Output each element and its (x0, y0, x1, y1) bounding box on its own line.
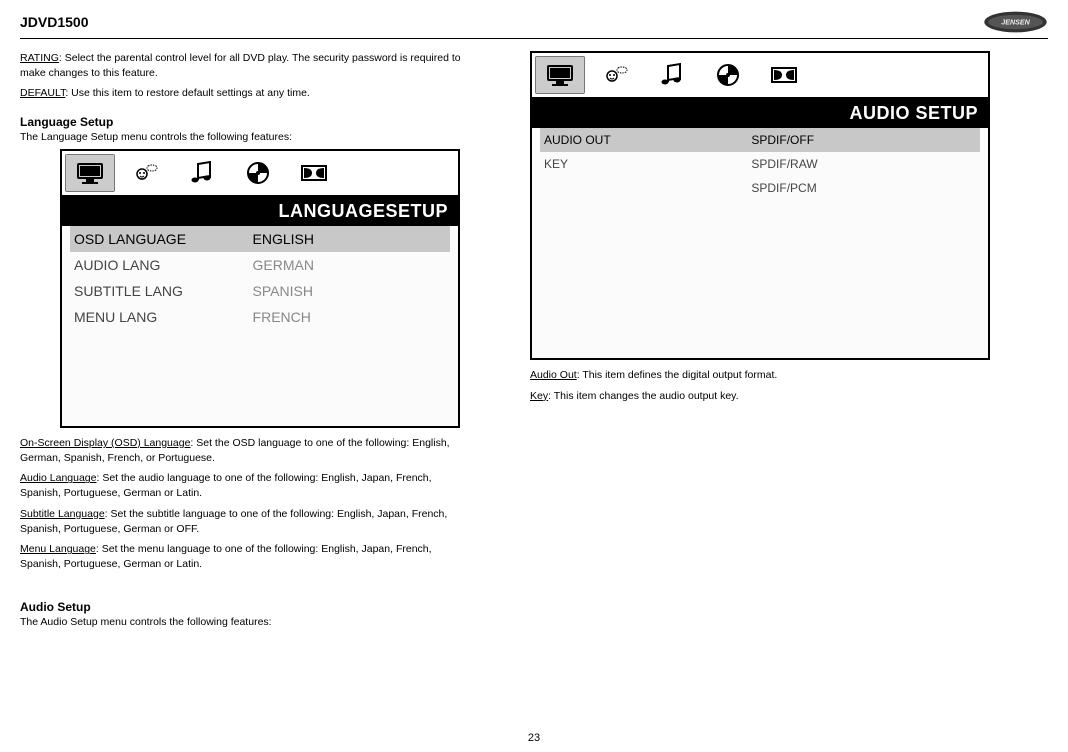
disc-icon (712, 62, 744, 88)
menu-subtitle-label: SUBTITLE LANG (74, 283, 253, 299)
menu-row-key[interactable]: KEY SPDIF/RAW (540, 152, 980, 176)
menu-lang-label: Menu Language (20, 543, 96, 555)
menu-lang-text: Menu Language: Set the menu language to … (20, 542, 470, 571)
key-label: Key (530, 390, 548, 402)
page-header: JDVD1500 JENSEN (20, 10, 1048, 39)
audio-out-label: Audio Out (530, 369, 577, 381)
tab-language-audio[interactable] (591, 56, 641, 94)
disc-icon (242, 160, 274, 186)
tab-video[interactable] (233, 154, 283, 192)
default-label: DEFAULT (20, 87, 65, 99)
subtitle-lang-text: Subtitle Language: Set the subtitle lang… (20, 507, 470, 536)
menu-row-audio-out[interactable]: AUDIO OUT SPDIF/OFF (540, 128, 980, 152)
language-panel-title: LANGUAGESETUP (62, 197, 458, 226)
rating-label: RATING (20, 52, 59, 64)
tab-general-audio[interactable] (535, 56, 585, 94)
music-note-icon (186, 160, 218, 186)
menu-row-audio-lang[interactable]: AUDIO LANG GERMAN (70, 252, 450, 278)
subtitle-lang-label: Subtitle Language (20, 508, 105, 520)
audio-setup-heading: Audio Setup (20, 600, 470, 614)
speech-icon (600, 62, 632, 88)
default-text: DEFAULT: Use this item to restore defaul… (20, 86, 470, 101)
right-column: AUDIO SETUP AUDIO OUT SPDIF/OFF KEY SPDI… (530, 51, 980, 634)
osd-lang-text: On-Screen Display (OSD) Language: Set th… (20, 436, 470, 465)
tab-speaker[interactable] (289, 154, 339, 192)
menu-row-osd[interactable]: OSD LANGUAGE ENGLISH (70, 226, 450, 252)
osd-lang-label: On-Screen Display (OSD) Language (20, 437, 190, 449)
tab-speaker-audio[interactable] (759, 56, 809, 94)
key-desc: : This item changes the audio output key… (548, 390, 738, 402)
audio-out-desc: : This item defines the digital output f… (577, 369, 778, 381)
language-setup-heading: Language Setup (20, 115, 470, 129)
menu-row-pcm[interactable]: SPDIF/PCM (540, 176, 980, 200)
language-setup-sub: The Language Setup menu controls the fol… (20, 131, 470, 143)
language-setup-panel: LANGUAGESETUP OSD LANGUAGE ENGLISH AUDIO… (60, 149, 460, 428)
audio-out-text: Audio Out: This item defines the digital… (530, 368, 980, 383)
menu-subtitle-value: SPANISH (253, 283, 446, 299)
menu-audio-value: GERMAN (253, 257, 446, 273)
jensen-logo: JENSEN (983, 10, 1048, 34)
menu-row-subtitle[interactable]: SUBTITLE LANG SPANISH (70, 278, 450, 304)
tab-audio-audio[interactable] (647, 56, 697, 94)
svg-text:JENSEN: JENSEN (1001, 19, 1030, 27)
audio-lang-label: Audio Language (20, 472, 97, 484)
menu-menu-value: FRENCH (253, 309, 446, 325)
menu-key-label: KEY (544, 157, 751, 171)
tab-video-audio[interactable] (703, 56, 753, 94)
key-text: Key: This item changes the audio output … (530, 389, 980, 404)
default-desc: : Use this item to restore default setti… (65, 87, 310, 99)
audio-lang-text: Audio Language: Set the audio language t… (20, 471, 470, 500)
menu-audio-out-label: AUDIO OUT (544, 133, 751, 147)
tab-general[interactable] (65, 154, 115, 192)
dolby-icon (768, 62, 800, 88)
dolby-icon (298, 160, 330, 186)
monitor-icon (74, 160, 106, 186)
menu-key-value: SPDIF/RAW (751, 157, 976, 171)
menu-audio-label: AUDIO LANG (74, 257, 253, 273)
tab-audio[interactable] (177, 154, 227, 192)
speech-icon (130, 160, 162, 186)
audio-setup-panel: AUDIO SETUP AUDIO OUT SPDIF/OFF KEY SPDI… (530, 51, 990, 360)
menu-osd-label: OSD LANGUAGE (74, 231, 253, 247)
music-note-icon (656, 62, 688, 88)
page-number: 23 (528, 732, 540, 744)
menu-row-menu-lang[interactable]: MENU LANG FRENCH (70, 304, 450, 330)
audio-setup-sub: The Audio Setup menu controls the follow… (20, 616, 470, 628)
language-panel-tabbar (62, 151, 458, 197)
rating-text: RATING: Select the parental control leve… (20, 51, 470, 80)
menu-menu-label: MENU LANG (74, 309, 253, 325)
monitor-icon (544, 62, 576, 88)
menu-osd-value: ENGLISH (253, 231, 446, 247)
language-panel-body: OSD LANGUAGE ENGLISH AUDIO LANG GERMAN S… (62, 226, 458, 426)
audio-panel-title: AUDIO SETUP (532, 99, 988, 128)
rating-desc: : Select the parental control level for … (20, 52, 461, 79)
audio-panel-tabbar (532, 53, 988, 99)
audio-panel-body: AUDIO OUT SPDIF/OFF KEY SPDIF/RAW SPDIF/… (532, 128, 988, 358)
menu-pcm-value: SPDIF/PCM (751, 181, 976, 195)
menu-audio-out-value: SPDIF/OFF (751, 133, 976, 147)
product-title: JDVD1500 (20, 14, 89, 30)
content-columns: RATING: Select the parental control leve… (20, 51, 1048, 634)
left-column: RATING: Select the parental control leve… (20, 51, 470, 634)
tab-language[interactable] (121, 154, 171, 192)
